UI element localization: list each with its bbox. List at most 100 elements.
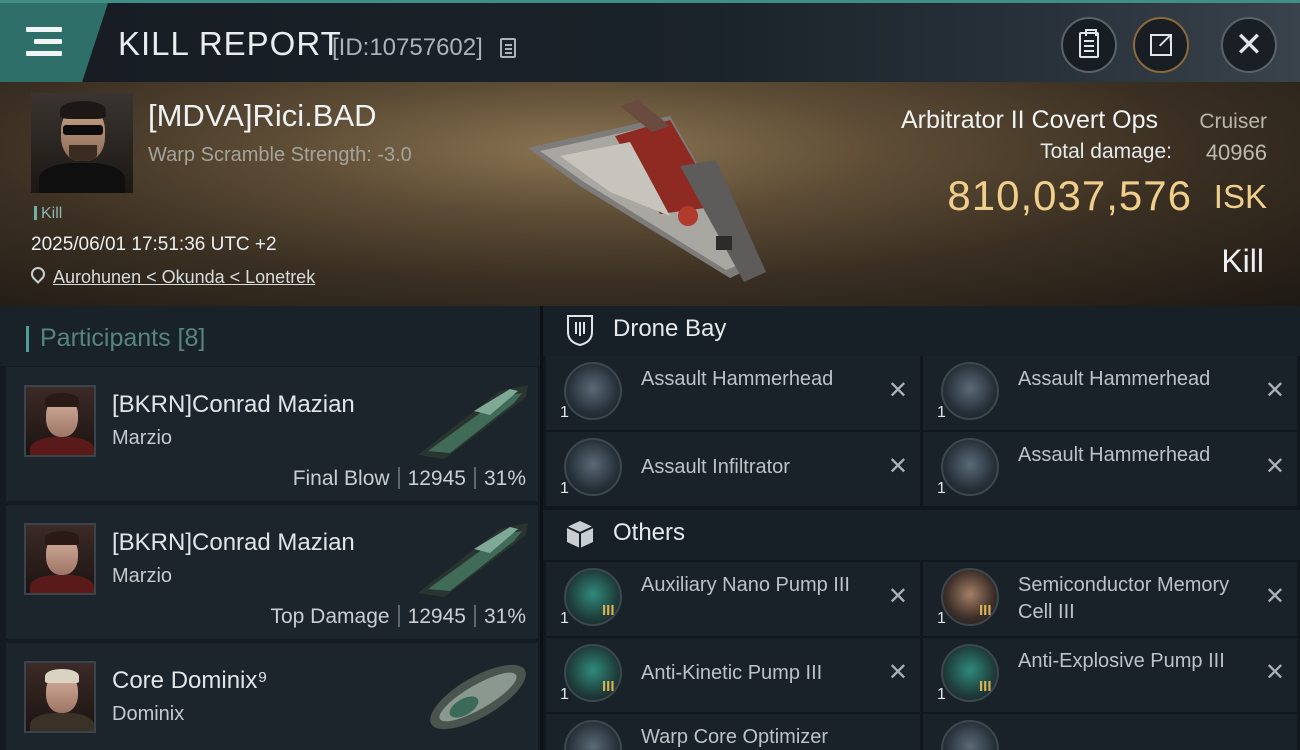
kill-datetime: 2025/06/01 17:51:36 UTC +2	[31, 234, 277, 255]
remove-icon[interactable]: ✕	[1265, 376, 1285, 405]
avatar-hair	[45, 531, 79, 545]
menu-icon-line	[26, 51, 62, 56]
stat-separator	[397, 605, 400, 627]
module-item[interactable]: Warp Core Optimizer	[546, 714, 920, 750]
participant-row[interactable]: [BKRN]Conrad Mazian Marzio Top Damage 129…	[6, 505, 538, 639]
others-header: Others	[543, 510, 1300, 560]
module-item[interactable]: 1 III Semiconductor Memory Cell III ✕	[923, 562, 1297, 636]
module-item[interactable]: 1 III Anti-Kinetic Pump III ✕	[546, 638, 920, 712]
victim-ship-image[interactable]	[520, 96, 776, 292]
item-name: Anti-Explosive Pump III	[1018, 650, 1225, 672]
top-bar: KILL REPORT [ID:10757602] ✕	[0, 0, 1300, 82]
clipboard-icon	[1079, 29, 1099, 58]
cargo-box-icon	[566, 521, 594, 548]
participant-name: [BKRN]Conrad Mazian	[112, 391, 355, 418]
remove-icon[interactable]: ✕	[888, 452, 908, 481]
stat-separator	[397, 467, 400, 489]
item-quantity: 1	[937, 686, 946, 703]
avatar-hair	[45, 669, 79, 683]
drone-item[interactable]: 1 Assault Infiltrator ✕	[546, 432, 920, 506]
participant-corp: Dominix	[112, 703, 185, 725]
item-quantity: 1	[560, 404, 569, 421]
participants-label: Participants [8]	[40, 324, 206, 352]
drone-item-icon	[941, 438, 999, 496]
item-name: Warp Core Optimizer	[641, 726, 829, 748]
menu-button[interactable]	[0, 3, 108, 82]
menu-icon-line	[34, 39, 62, 44]
module-item[interactable]: 1 III Auxiliary Nano Pump III ✕	[546, 562, 920, 636]
participants-header-bar	[26, 326, 29, 352]
participant-corp: Marzio	[112, 427, 173, 449]
page-title: KILL REPORT	[118, 25, 342, 62]
participant-name: [BKRN]Conrad Mazian	[112, 529, 355, 556]
portrait-body	[39, 163, 125, 193]
drone-item-icon	[564, 362, 622, 420]
drone-item[interactable]: 1 Assault Hammerhead ✕	[923, 356, 1297, 430]
item-name: Assault Hammerhead	[641, 368, 834, 390]
victim-portrait[interactable]	[31, 93, 133, 193]
item-name: Auxiliary Nano Pump III	[641, 574, 850, 596]
participant-damage: 12945	[407, 605, 466, 628]
item-quantity: 1	[560, 480, 569, 497]
kill-id: [ID:10757602]	[332, 34, 483, 61]
participant-stats: Top Damage 12945 31%	[270, 605, 526, 629]
drone-bay-label: Drone Bay	[613, 315, 727, 342]
participant-percent: 31%	[483, 605, 526, 628]
participant-row[interactable]: [BKRN]Conrad Mazian Marzio Final Blow 129…	[6, 367, 538, 501]
stat-separator	[473, 467, 476, 489]
tier-badge: III	[979, 678, 992, 695]
participant-role: Final Blow	[292, 467, 390, 490]
victim-ship-name[interactable]: Arbitrator II Covert Ops	[901, 106, 1158, 135]
tier-badge: III	[979, 602, 992, 619]
participant-row[interactable]: Core Dominix⁹ Dominix	[6, 643, 538, 750]
participant-role: Top Damage	[270, 605, 390, 628]
remove-icon[interactable]: ✕	[1265, 658, 1285, 687]
drone-item-icon	[564, 438, 622, 496]
participant-name: Core Dominix⁹	[112, 667, 268, 694]
remove-icon[interactable]: ✕	[1265, 582, 1285, 611]
item-quantity: 1	[937, 404, 946, 421]
module-item[interactable]	[923, 714, 1297, 750]
module-item[interactable]: 1 III Anti-Explosive Pump III ✕	[923, 638, 1297, 712]
share-button[interactable]	[1133, 17, 1189, 73]
close-button[interactable]: ✕	[1221, 17, 1277, 73]
remove-icon[interactable]: ✕	[888, 658, 908, 687]
share-icon	[1150, 27, 1174, 56]
remove-icon[interactable]: ✕	[888, 582, 908, 611]
drone-item[interactable]: 1 Assault Hammerhead ✕	[546, 356, 920, 430]
participants-header: Participants [8]	[0, 306, 540, 366]
participant-stats: Final Blow 12945 31%	[293, 467, 526, 491]
participant-percent: 31%	[483, 467, 526, 490]
participant-ship-image	[418, 385, 528, 459]
avatar	[24, 385, 96, 457]
item-name: Anti-Kinetic Pump III	[641, 662, 823, 684]
victim-name[interactable]: [MDVA]Rici.BAD	[148, 98, 377, 134]
total-damage-label: Total damage:	[1040, 140, 1172, 163]
portrait-hair	[60, 101, 106, 119]
location-link[interactable]: Aurohunen < Okunda < Lonetrek	[53, 267, 315, 288]
item-name: Assault Hammerhead	[1018, 368, 1211, 390]
inventory-panel: Drone Bay 1 Assault Hammerhead ✕ 1 Assau…	[543, 306, 1300, 750]
drone-item-icon	[941, 362, 999, 420]
drone-bay-icon	[567, 315, 593, 346]
portrait-glasses	[63, 125, 103, 135]
avatar-hair	[45, 393, 79, 407]
warp-scramble-strength: Warp Scramble Strength: -3.0	[148, 144, 412, 166]
avatar-coat	[30, 713, 94, 731]
copy-icon[interactable]	[500, 38, 516, 58]
participant-damage: 12945	[407, 467, 466, 490]
drone-item[interactable]: 1 Assault Hammerhead ✕	[923, 432, 1297, 506]
remove-icon[interactable]: ✕	[888, 376, 908, 405]
remove-icon[interactable]: ✕	[1265, 452, 1285, 481]
portrait-beard	[69, 145, 97, 161]
avatar	[24, 523, 96, 595]
menu-icon	[26, 27, 62, 32]
item-name: Semiconductor Memory Cell III	[1018, 574, 1230, 623]
close-icon: ✕	[1234, 26, 1264, 64]
participant-ship-image	[430, 664, 526, 730]
avatar-coat	[30, 575, 94, 593]
report-button[interactable]	[1061, 17, 1117, 73]
total-damage-value: 40966	[1205, 140, 1267, 165]
item-quantity: 1	[937, 610, 946, 627]
participant-corp: Marzio	[112, 565, 173, 587]
